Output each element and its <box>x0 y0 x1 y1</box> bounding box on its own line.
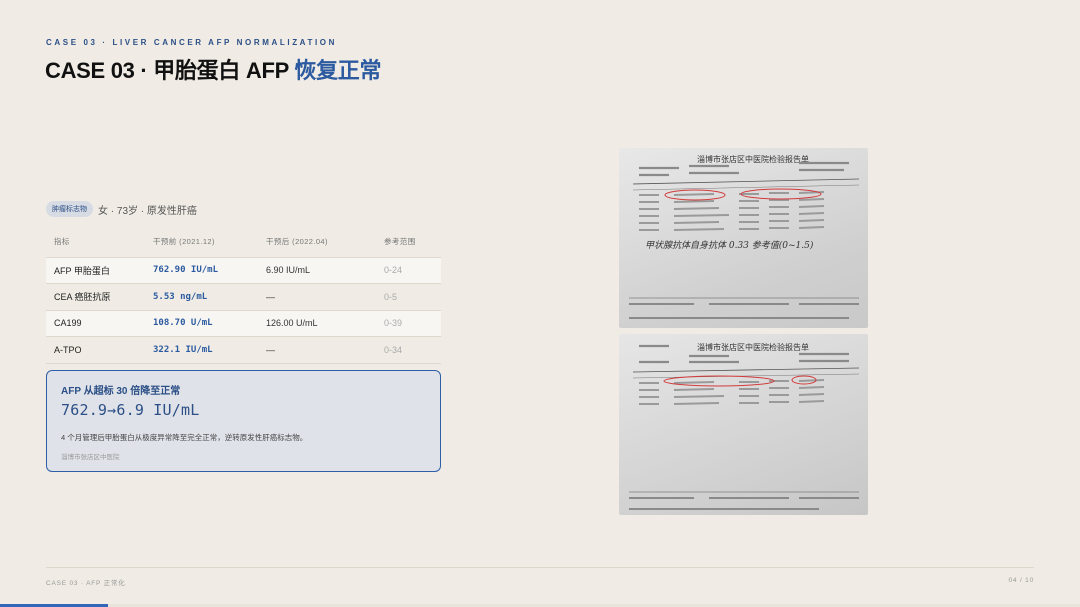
cell-reference: 0-39 <box>376 309 441 337</box>
table-row: A-TPO 322.1 IU/mL — 0-34 <box>46 336 441 364</box>
col-header-reference: 参考范围 <box>384 236 416 246</box>
title-main: CASE 03 · 甲胎蛋白 AFP <box>45 58 295 83</box>
cell-name: A-TPO <box>46 336 145 364</box>
cell-after: — <box>258 283 376 310</box>
highlight-label: AFP 从超标 30 倍降至正常 <box>61 386 181 397</box>
cell-after: 126.00 U/mL <box>258 309 376 337</box>
table-row: AFP 甲胎蛋白 762.90 IU/mL 6.90 IU/mL 0-24 <box>46 256 441 284</box>
cell-before: 322.1 IU/mL <box>145 336 258 364</box>
col-header-after: 干预后 (2022.04) <box>266 236 328 246</box>
cell-before: 108.70 U/mL <box>145 309 258 337</box>
eyebrow: CASE 03 · LIVER CANCER AFP NORMALIZATION <box>46 38 337 47</box>
report-photo-graphic: 淄博市张店区中医院检验报告单 <box>629 342 860 510</box>
table-row: CA199 108.70 U/mL 126.00 U/mL 0-39 <box>46 309 441 337</box>
highlight-description: 4 个月管理后甲胎蛋白从极度异常降至完全正常，逆转原发性肝癌标志物。 <box>61 433 308 442</box>
cell-name: CEA 癌胚抗原 <box>46 283 145 310</box>
col-header-before: 干预前 (2021.12) <box>153 236 215 246</box>
cell-reference: 0-34 <box>376 336 441 364</box>
report-title: 淄博市张店区中医院检验报告单 <box>697 342 809 352</box>
handwritten-note: 甲状腺抗体自身抗体 0.33 参考值(0~1.5) <box>645 240 814 251</box>
page-title: CASE 03 · 甲胎蛋白 AFP 恢复正常 <box>45 53 382 85</box>
highlight-source: 淄博市张店区中医院 <box>61 454 120 461</box>
patient-info: 女 · 73岁 · 原发性肝癌 <box>98 205 197 217</box>
title-accent: 恢复正常 <box>294 58 382 83</box>
cell-name: CA199 <box>46 309 145 337</box>
lab-report-photo-after: 淄博市张店区中医院检验报告单 <box>619 334 868 515</box>
footer-section-label: CASE 03 · AFP 正常化 <box>46 580 126 587</box>
cell-name: AFP 甲胎蛋白 <box>46 256 145 284</box>
cell-after: — <box>258 336 376 364</box>
cell-reference: 0-5 <box>376 283 441 310</box>
col-header-indicator: 指标 <box>54 236 70 246</box>
table-row: CEA 癌胚抗原 5.53 ng/mL — 0-5 <box>46 283 441 310</box>
lab-results-table: 指标 干预前 (2021.12) 干预后 (2022.04) 参考范围 AFP … <box>46 231 441 364</box>
cell-after: 6.90 IU/mL <box>258 256 376 284</box>
patient-summary: 肿瘤标志物 女 · 73岁 · 原发性肝癌 <box>46 201 197 217</box>
highlight-value: 762.9→6.9 IU/mL <box>61 401 200 419</box>
highlight-card: AFP 从超标 30 倍降至正常 762.9→6.9 IU/mL 4 个月管理后… <box>46 370 441 472</box>
cell-reference: 0-24 <box>376 256 441 284</box>
cell-before: 5.53 ng/mL <box>145 283 258 310</box>
cell-before: 762.90 IU/mL <box>145 256 258 284</box>
page-number: 04 / 10 <box>1008 577 1034 584</box>
report-title: 淄博市张店区中医院检验报告单 <box>697 154 809 164</box>
category-tag: 肿瘤标志物 <box>46 201 93 217</box>
report-photo-graphic: 淄博市张店区中医院检验报告单 甲状腺抗体自身抗体 0.33 参考值(0~1.5) <box>629 154 860 319</box>
table-header-row: 指标 干预前 (2021.12) 干预后 (2022.04) 参考范围 <box>46 231 441 257</box>
lab-report-photo-before: 淄博市张店区中医院检验报告单 甲状腺抗体自身抗体 0.33 参考值(0~1.5) <box>619 148 868 328</box>
footer-divider <box>46 567 1034 568</box>
